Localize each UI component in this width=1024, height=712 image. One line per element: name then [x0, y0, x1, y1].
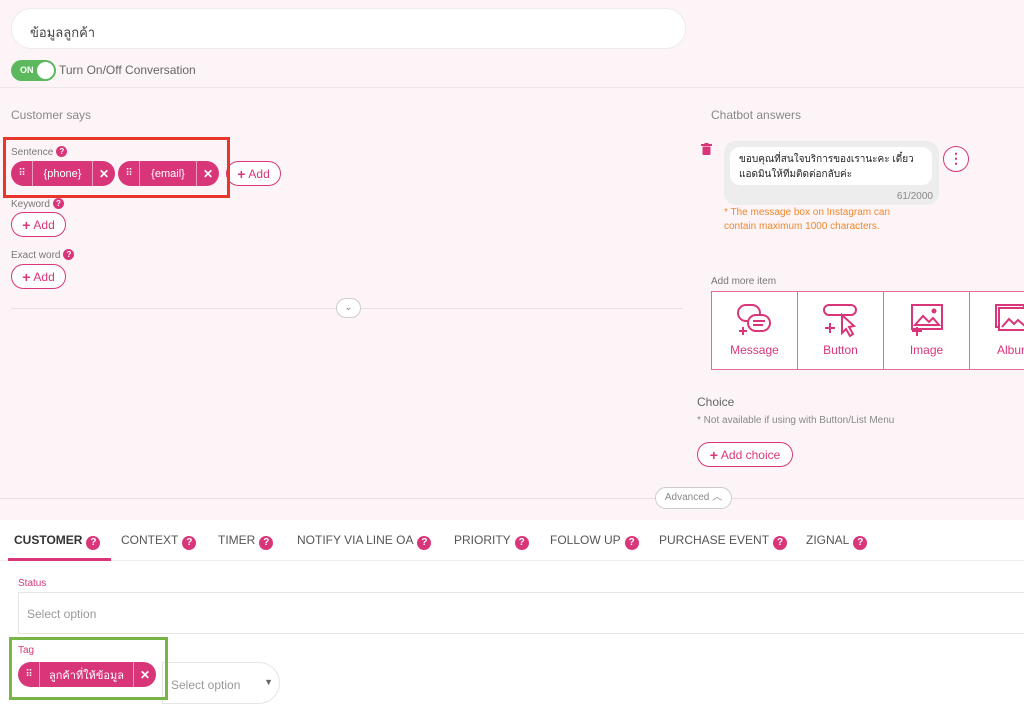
album-icon [995, 304, 1024, 331]
status-select[interactable]: Select option [18, 592, 1024, 634]
instagram-note: * The message box on Instagram can conta… [724, 207, 891, 232]
tab-priority[interactable]: PRIORITY? [454, 533, 529, 550]
answer-message-box[interactable]: ขอบคุณที่สนใจบริการของเรานะคะ เดี๋ยวแอดม… [724, 141, 939, 205]
tab-notify-via-line-oa[interactable]: NOTIFY VIA LINE OA? [297, 533, 432, 550]
toggle-state: ON [20, 65, 34, 75]
tab-label: TIMER [218, 533, 256, 547]
add-image-item[interactable]: Image [883, 291, 970, 370]
plus-icon: + [22, 268, 31, 285]
exact-word-label: Exact word? [11, 249, 75, 261]
add-more-item-label: Add more item [711, 276, 777, 287]
help-icon[interactable]: ? [86, 536, 101, 550]
chatbot-answers-title: Chatbot answers [711, 108, 802, 122]
add-sentence-button[interactable]: + Add [226, 161, 281, 186]
add-keyword-button[interactable]: + Add [11, 212, 66, 237]
choice-note: * Not available if using with Button/Lis… [697, 415, 895, 426]
tab-label: ZIGNAL [806, 533, 850, 547]
help-icon[interactable]: ? [773, 536, 788, 550]
expand-chevron-icon[interactable]: ⌄ [336, 298, 361, 318]
item-label: Album [997, 343, 1024, 357]
toggle-label: Turn On/Off Conversation [59, 63, 196, 77]
help-icon[interactable]: ? [853, 536, 868, 550]
help-icon[interactable]: ? [52, 198, 64, 209]
char-count: 61/2000 [896, 191, 933, 202]
intent-name-input[interactable]: ข้อมูลลูกค้า [11, 8, 686, 49]
message-icon [736, 304, 771, 335]
tag-select[interactable]: Select option ▼ [162, 662, 280, 704]
tab-purchase-event[interactable]: PURCHASE EVENT? [659, 533, 788, 550]
tab-label: PRIORITY [454, 533, 511, 547]
help-icon[interactable]: ? [259, 536, 274, 550]
advanced-label: Advanced [664, 492, 710, 503]
add-label: Add [33, 217, 55, 232]
tab-follow-up[interactable]: FOLLOW UP? [550, 533, 639, 550]
add-message-item[interactable]: Message [711, 291, 798, 370]
tab-context[interactable]: CONTEXT? [121, 533, 197, 550]
tag-select-placeholder: Select option [171, 678, 241, 692]
toggle-knob [37, 62, 54, 79]
customer-says-title: Customer says [11, 108, 92, 122]
section-divider [0, 87, 1024, 88]
item-label: Message [730, 343, 779, 357]
sentence-highlight-box [3, 137, 230, 198]
add-exact-word-button[interactable]: + Add [11, 264, 66, 289]
exact-word-label-text: Exact word [11, 250, 61, 261]
help-icon[interactable]: ? [63, 249, 75, 260]
add-button-item[interactable]: Button [797, 291, 884, 370]
tab-label: FOLLOW UP [550, 533, 621, 547]
settings-tabs: CUSTOMER? CONTEXT? TIMER? NOTIFY VIA LIN… [0, 520, 1024, 561]
tab-zignal[interactable]: ZIGNAL? [806, 533, 868, 550]
dropdown-caret-icon: ▼ [264, 677, 273, 687]
choice-title: Choice [697, 395, 735, 409]
tag-highlight-box [9, 637, 168, 700]
help-icon[interactable]: ? [624, 536, 639, 550]
help-icon[interactable]: ? [182, 536, 197, 550]
plus-icon: + [709, 446, 718, 463]
help-icon[interactable]: ? [514, 536, 529, 550]
chevron-up-icon: ︿ [712, 492, 723, 503]
add-choice-label: Add choice [720, 447, 781, 462]
plus-icon: + [237, 165, 246, 182]
image-icon [910, 304, 943, 336]
help-icon[interactable]: ? [417, 536, 432, 550]
tab-label: NOTIFY VIA LINE OA [297, 533, 414, 547]
tab-customer[interactable]: CUSTOMER? [14, 533, 101, 550]
advanced-toggle-button[interactable]: Advanced ︿ [655, 487, 732, 509]
more-options-icon[interactable]: ⋮ [943, 146, 969, 172]
keyword-label-text: Keyword [11, 199, 50, 210]
conversation-toggle[interactable]: ON [11, 60, 56, 81]
add-album-item[interactable]: Album [969, 291, 1024, 370]
add-choice-button[interactable]: + Add choice [697, 442, 793, 467]
button-cursor-icon [822, 304, 857, 337]
tab-label: CUSTOMER [14, 533, 83, 547]
keyword-label: Keyword? [11, 198, 64, 210]
trash-icon[interactable] [701, 143, 712, 155]
item-label: Image [909, 343, 944, 357]
add-label: Add [33, 269, 55, 284]
tab-timer[interactable]: TIMER? [218, 533, 274, 550]
item-label: Button [823, 343, 858, 357]
add-label: Add [248, 166, 270, 181]
status-label: Status [18, 578, 47, 589]
answer-message-text[interactable]: ขอบคุณที่สนใจบริการของเรานะคะ เดี๋ยวแอดม… [730, 147, 932, 185]
tab-label: PURCHASE EVENT [659, 533, 770, 547]
tab-label: CONTEXT [121, 533, 179, 547]
advanced-divider [0, 498, 1024, 499]
plus-icon: + [22, 216, 31, 233]
